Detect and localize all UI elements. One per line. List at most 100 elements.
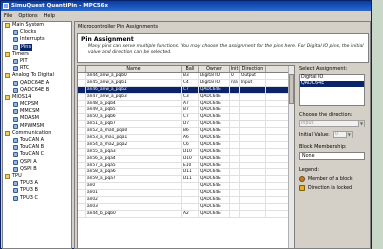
table-cell: an54_a_ma2_pqa2	[86, 141, 182, 148]
table-row[interactable]: an53_a_ma1_pqa1 A6 QADC64E	[78, 135, 294, 142]
tree-item[interactable]: Communication	[3, 130, 71, 137]
module-icon	[13, 66, 18, 72]
table-row[interactable]: an58_a_pqa6 D11 QADC64E	[78, 169, 294, 177]
table-cell	[78, 135, 86, 141]
table-row[interactable]: an59_a_pqa7 D11 QADC64E	[78, 176, 294, 184]
tree-item[interactable]: TPU3 C	[3, 195, 71, 202]
menu-help[interactable]: Help	[44, 13, 55, 19]
tree-item[interactable]: TouCAN B	[3, 144, 71, 151]
col-header-init[interactable]: Init	[230, 66, 240, 72]
table-cell: B6	[182, 128, 199, 135]
tree-item[interactable]: PIT	[3, 58, 71, 65]
tree-item[interactable]: QADC64E B	[3, 87, 71, 94]
tree-item[interactable]: Main System	[3, 22, 71, 29]
chevron-down-icon: ▼	[345, 132, 352, 138]
tree-item-label: TPU3 A	[20, 180, 38, 187]
col-header-name[interactable]: Name	[86, 66, 182, 72]
table-cell: B3	[182, 73, 199, 79]
table-cell: an50_a_pqb6	[86, 114, 182, 121]
table-row[interactable]: an47_anw_a_pqb3 C3 QADC64E	[78, 93, 294, 101]
table-row[interactable]: an48_a_pqb4 A7 QADC64E	[78, 100, 294, 108]
col-header-marker[interactable]	[78, 66, 86, 72]
table-cell	[230, 148, 240, 155]
table-cell	[182, 197, 199, 203]
assignment-list[interactable]: Digital IO QADC64E	[299, 74, 365, 106]
tree-item[interactable]: MDASM	[3, 115, 71, 122]
tree-item[interactable]: TPU3 A	[3, 180, 71, 187]
tree-item[interactable]: RTC	[3, 65, 71, 72]
tree-item[interactable]: QSPI A	[3, 159, 71, 166]
table-row[interactable]: an51_a_pqb7 D7 QADC64E	[78, 121, 294, 129]
table-cell: QADC64E	[199, 128, 230, 135]
menu-bar: File Options Help	[1, 11, 371, 20]
table-row[interactable]: an54_a_ma2_pqa2 C6 QADC64E	[78, 141, 294, 149]
table-cell: A7	[182, 100, 199, 107]
legend-lock: Direction is locked	[299, 185, 369, 191]
module-icon	[13, 188, 18, 194]
table-row[interactable]: an44_anw_a_pqb0 B3 Digital IO 0 Output	[78, 73, 294, 80]
table-cell	[78, 162, 86, 169]
table-row[interactable]: an55_a_pqa3 D10 QADC64E	[78, 148, 294, 156]
col-header-owner[interactable]: Owner	[199, 66, 230, 72]
tree-item[interactable]: Interrupts	[3, 36, 71, 43]
tree-item[interactable]: MCPSM	[3, 101, 71, 108]
table-cell	[240, 100, 266, 107]
table-row[interactable]: an45_anw_a_pqb1 C4 Digital IO n/a Input	[78, 79, 294, 87]
tree-item[interactable]: TPU	[3, 173, 71, 180]
tree-item[interactable]: Clocks	[3, 29, 71, 36]
table-row[interactable]: an46_anw_a_pqb2 C7 QADC64E	[78, 86, 294, 94]
module-tree[interactable]: Main System Clocks Interrupts Pins Timers PIT…	[2, 21, 72, 249]
tree-item[interactable]: QADC64E A	[3, 80, 71, 87]
block-member-icon	[299, 176, 305, 182]
module-icon	[13, 37, 18, 43]
table-cell	[78, 114, 86, 121]
direction-dropdown[interactable]: Input ▼	[299, 120, 365, 127]
scroll-thumb[interactable]	[289, 74, 294, 104]
table-cell	[240, 128, 266, 135]
tree-item[interactable]: MMCSM	[3, 108, 71, 115]
table-cell	[78, 100, 86, 107]
table-cell: QADC64E	[199, 107, 230, 114]
table-row[interactable]: an02 QADC64E	[78, 197, 294, 204]
table-row[interactable]: an57_a_pqa5 E10 QADC64E	[78, 162, 294, 170]
col-header-ball[interactable]: Ball	[182, 66, 199, 72]
menu-options[interactable]: Options	[18, 13, 37, 19]
tree-item[interactable]: Timers	[3, 51, 71, 58]
tree-item[interactable]: Pins	[3, 43, 71, 51]
tree-item[interactable]: Analog To Digital	[3, 72, 71, 79]
table-scrollbar[interactable]	[288, 66, 294, 248]
tree-item-label: MMCSM	[20, 108, 40, 115]
table-cell	[230, 210, 240, 217]
col-header-direction[interactable]: Direction	[240, 66, 266, 72]
table-cell: an55_a_pqa3	[86, 148, 182, 155]
table-row[interactable]: an52_a_ma0_pqa0 B6 QADC64E	[78, 128, 294, 136]
tree-item[interactable]: QSPI B	[3, 166, 71, 173]
tree-item[interactable]: TouCAN A	[3, 137, 71, 144]
table-cell: QADC64E	[199, 121, 230, 128]
tree-item[interactable]: TPU3 B	[3, 187, 71, 194]
table-row[interactable]: an50_a_pqb6 C7 QADC64E	[78, 114, 294, 122]
assignment-option[interactable]: QADC64E	[300, 81, 364, 87]
table-cell: QADC64E	[199, 190, 230, 197]
table-cell: QADC64E	[199, 93, 230, 100]
initial-value-dropdown[interactable]: 0 ▼	[332, 131, 353, 138]
tree-item[interactable]: MIOS14	[3, 94, 71, 101]
table-row[interactable]: an01 QADC64E	[78, 190, 294, 198]
table-cell	[240, 107, 266, 114]
table-row[interactable]: an03 QADC64E	[78, 203, 294, 211]
table-row[interactable]: an44_b_pqb0 A2 QADC64E	[78, 210, 294, 218]
folder-icon	[5, 174, 10, 180]
tree-item-label: QADC64E A	[20, 79, 50, 86]
table-cell	[230, 197, 240, 203]
menu-file[interactable]: File	[4, 13, 12, 19]
table-cell	[78, 93, 86, 100]
table-row[interactable]: an0 QADC64E	[78, 183, 294, 191]
table-row[interactable]: an49_a_pqb5 B7 QADC64E	[78, 107, 294, 115]
table-cell: an0	[86, 183, 182, 190]
tree-item[interactable]: TouCAN C	[3, 151, 71, 158]
table-cell: an03	[86, 203, 182, 210]
table-body: an44_anw_a_pqb0 B3 Digital IO 0 Output an45_a…	[78, 73, 294, 218]
table-row[interactable]: an56_a_pqa4 D10 QADC64E	[78, 155, 294, 163]
folder-icon	[5, 94, 10, 100]
tree-item[interactable]: MPWMSM	[3, 123, 71, 130]
